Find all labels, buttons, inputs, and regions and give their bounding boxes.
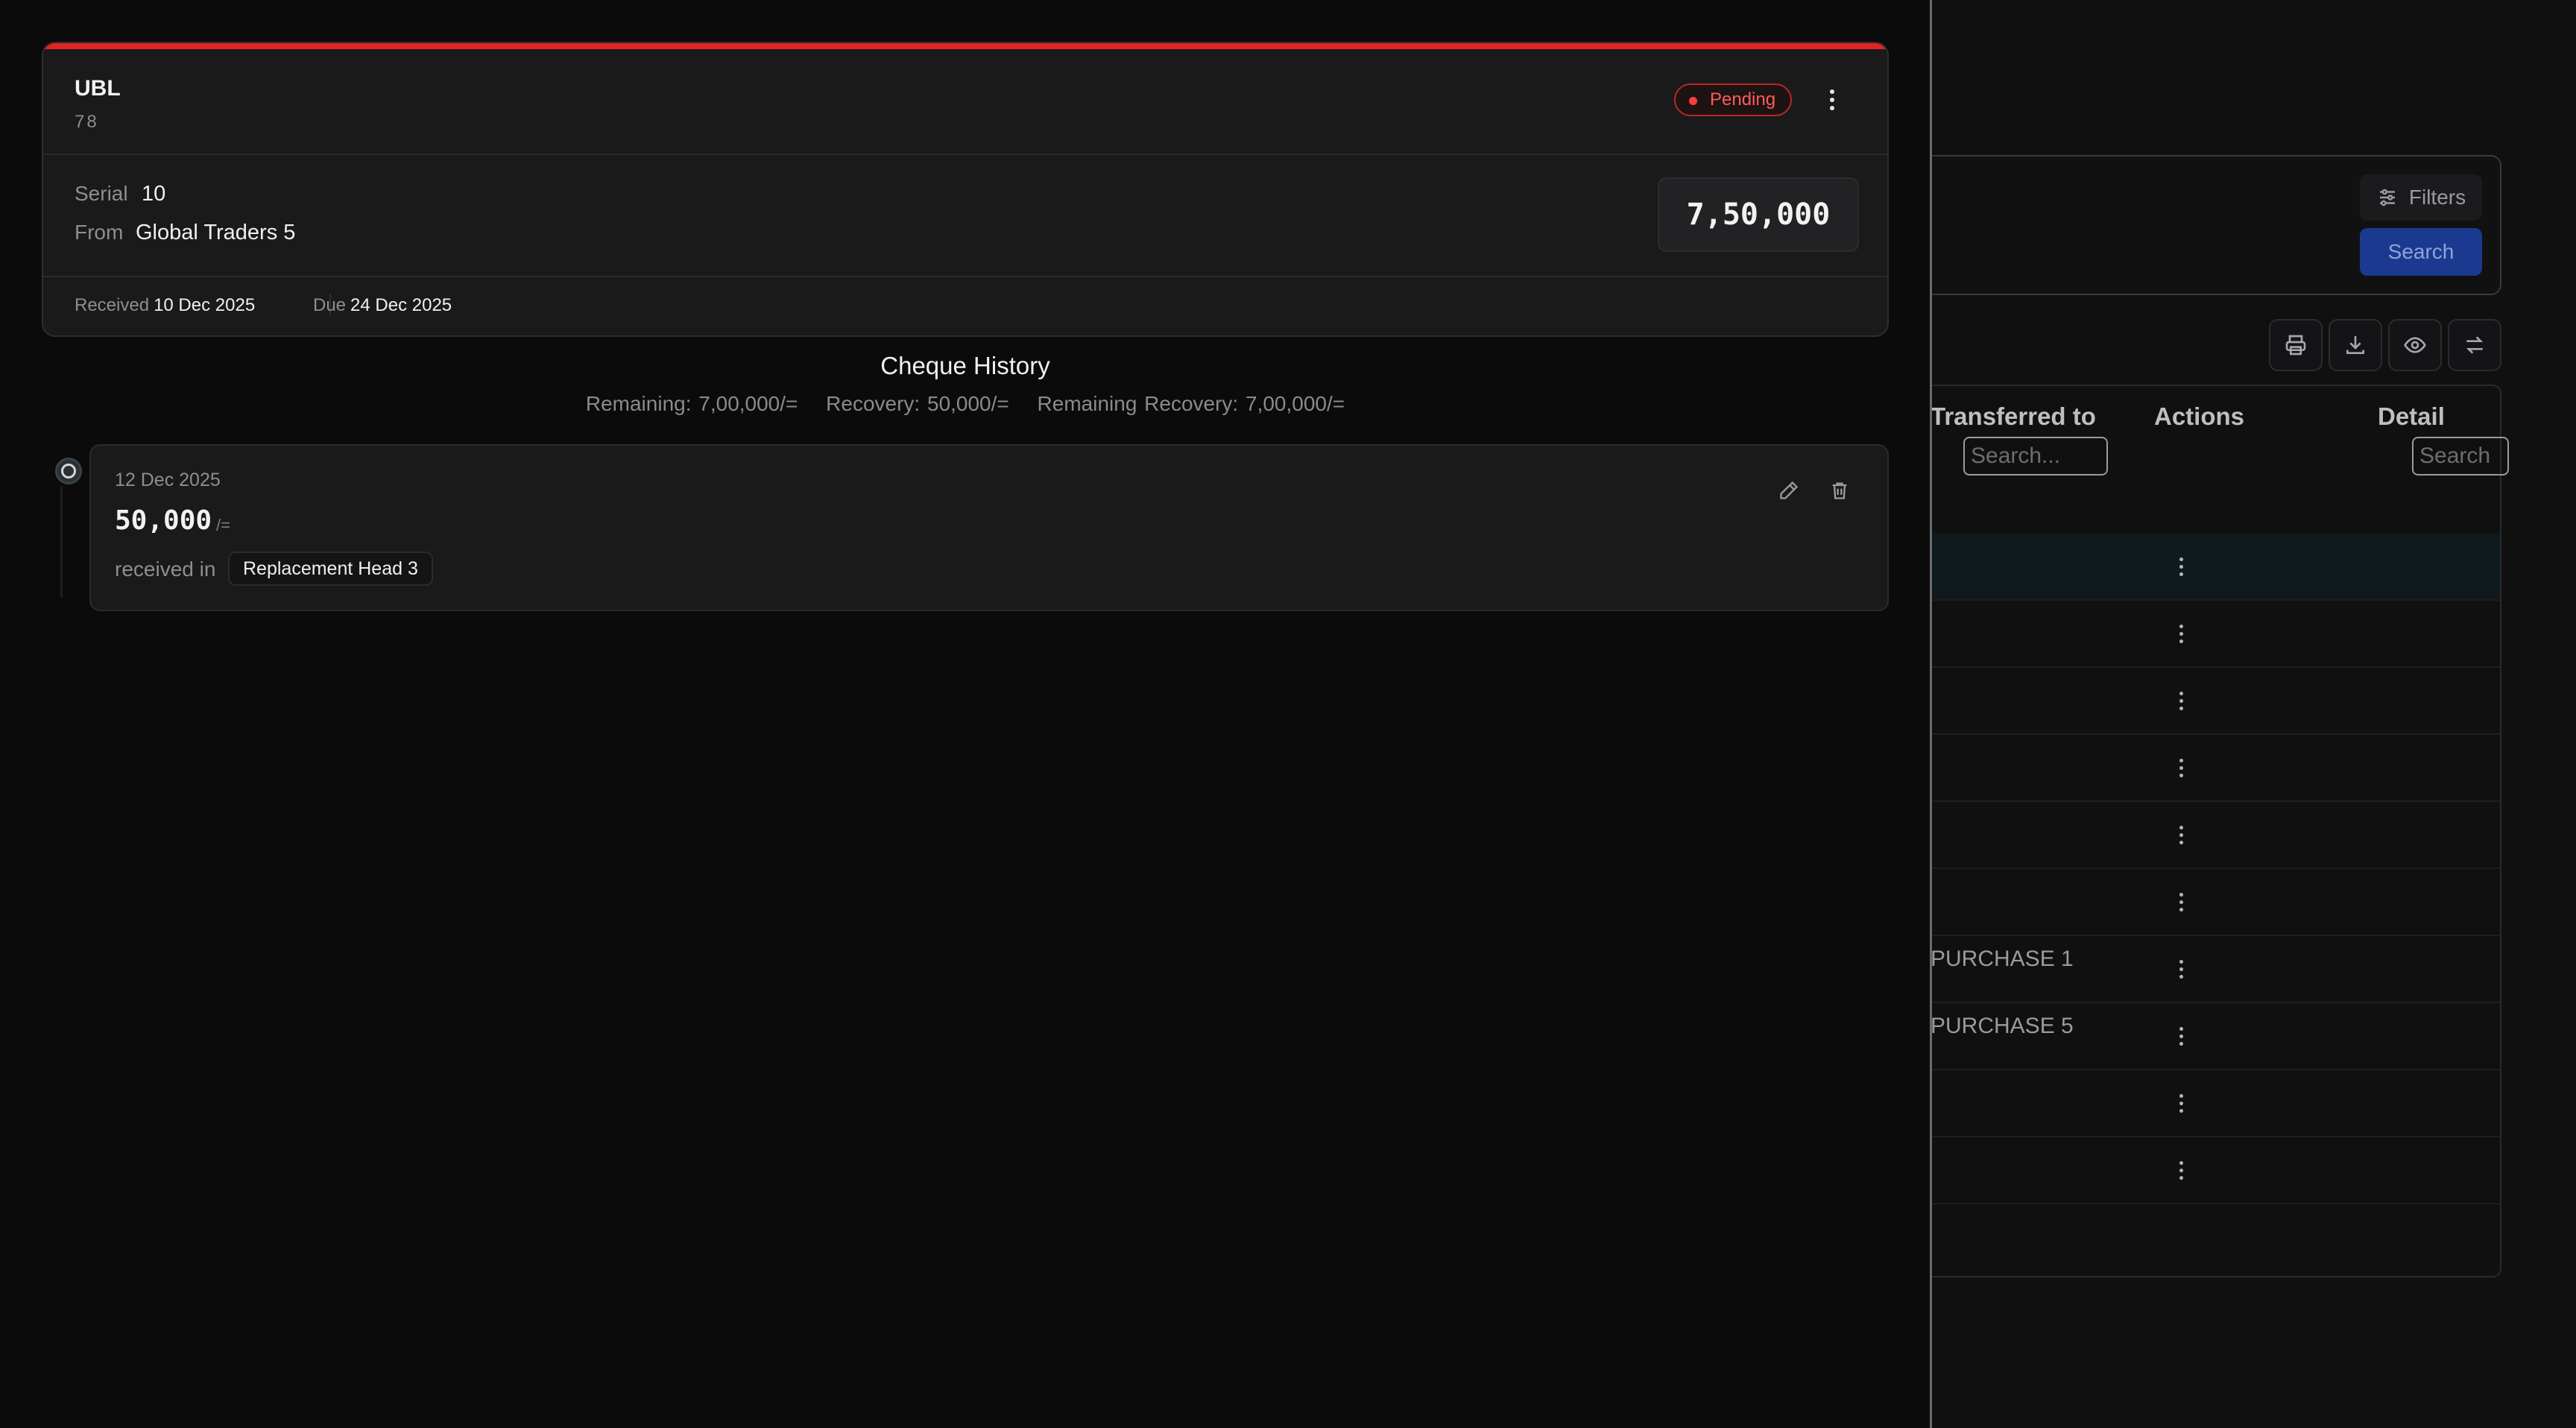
recovery-amount: Recovery: 50,000/= — [826, 392, 1009, 415]
timeline-line — [60, 486, 63, 598]
received-in-label: received in — [115, 557, 216, 581]
row-actions-button[interactable] — [2174, 753, 2188, 783]
status-accent-bar — [43, 43, 1887, 49]
due-date-value: 24 Dec 2025 — [350, 295, 452, 315]
row-actions-button[interactable] — [2174, 820, 2188, 850]
table-row[interactable] — [1880, 534, 2500, 601]
trash-icon — [1832, 482, 1847, 499]
column-header-transferred-to[interactable]: Transferred to — [1931, 402, 2096, 431]
serial-label: Serial — [75, 182, 128, 205]
table-row[interactable] — [1880, 601, 2500, 668]
received-in-tag: Replacement Head 3 — [228, 552, 433, 586]
row-actions-button[interactable] — [2174, 954, 2188, 984]
eye-icon — [2404, 337, 2426, 353]
table-row[interactable] — [1880, 1070, 2500, 1137]
transfer-button[interactable] — [2448, 319, 2501, 371]
history-summary: Remaining: 7,00,000/= Recovery: 50,000/=… — [0, 392, 1931, 416]
table-row[interactable] — [1880, 802, 2500, 869]
download-icon — [2346, 336, 2364, 354]
download-button[interactable] — [2329, 319, 2382, 371]
edit-entry-button[interactable] — [1775, 477, 1802, 504]
row-transferred-to: PURCHASE 5 — [1931, 1014, 2074, 1038]
row-actions-button[interactable] — [2174, 619, 2188, 648]
entry-amount: 50,000 — [115, 505, 212, 536]
row-actions-button[interactable] — [2174, 1088, 2188, 1118]
search-button[interactable]: Search — [2360, 228, 2482, 276]
row-actions-button[interactable] — [2174, 1021, 2188, 1051]
delete-entry-button[interactable] — [1826, 477, 1853, 504]
account-number: 78 — [75, 112, 99, 132]
timeline-dot-icon — [55, 458, 82, 484]
row-actions-button[interactable] — [2174, 887, 2188, 917]
bank-name: UBL — [75, 76, 121, 101]
from-label: From — [75, 221, 124, 244]
due-label: Due — [313, 295, 347, 315]
history-title: Cheque History — [880, 352, 1050, 379]
divider — [43, 276, 1887, 277]
cheque-menu-button[interactable] — [1825, 86, 1840, 113]
table-row[interactable] — [1880, 668, 2500, 735]
row-actions-button[interactable] — [2174, 686, 2188, 715]
detail-search-input[interactable] — [2412, 437, 2509, 476]
cheque-card: UBL 78 Pending Serial 10 From Global Tra… — [42, 42, 1889, 337]
divider — [43, 154, 1887, 155]
remaining-recovery-amount: Remaining Recovery: 7,00,000/= — [1037, 392, 1345, 415]
table-row[interactable] — [1880, 869, 2500, 936]
column-header-actions[interactable]: Actions — [2154, 402, 2244, 431]
entry-date: 12 Dec 2025 — [115, 470, 221, 490]
received-date: Received 10 Dec 2025 — [75, 295, 255, 316]
received-date-value: 10 Dec 2025 — [154, 295, 256, 315]
row-actions-button[interactable] — [2174, 552, 2188, 581]
filters-button[interactable]: Filters — [2360, 174, 2482, 221]
history-entry — [89, 444, 1889, 611]
serial-value: 10 — [142, 182, 166, 206]
view-button[interactable] — [2388, 319, 2442, 371]
printer-icon — [2285, 335, 2306, 356]
row-actions-button[interactable] — [2174, 1155, 2188, 1185]
from-value: Global Traders 5 — [136, 221, 296, 244]
received-label: Received — [75, 295, 150, 315]
sliders-icon — [2379, 189, 2395, 206]
cheque-detail-drawer: UBL 78 Pending Serial 10 From Global Tra… — [0, 0, 1932, 1428]
column-header-detail[interactable]: Detail — [2378, 402, 2445, 431]
transfer-icon — [2466, 336, 2484, 354]
status-badge: Pending — [1674, 83, 1793, 116]
table-row[interactable] — [1880, 735, 2500, 802]
cheque-amount: 7,50,000 — [1658, 177, 1859, 252]
print-button[interactable] — [2269, 319, 2323, 371]
pencil-icon — [1780, 481, 1799, 499]
row-transferred-to: PURCHASE 1 — [1931, 947, 2074, 971]
entry-amount-suffix: /= — [216, 516, 230, 534]
filters-label: Filters — [2408, 186, 2466, 209]
table-row[interactable] — [1880, 1137, 2500, 1204]
remaining-amount: Remaining: 7,00,000/= — [585, 392, 798, 415]
due-date: Due 24 Dec 2025 — [313, 295, 452, 316]
transferred-to-search-input[interactable] — [1963, 437, 2108, 476]
